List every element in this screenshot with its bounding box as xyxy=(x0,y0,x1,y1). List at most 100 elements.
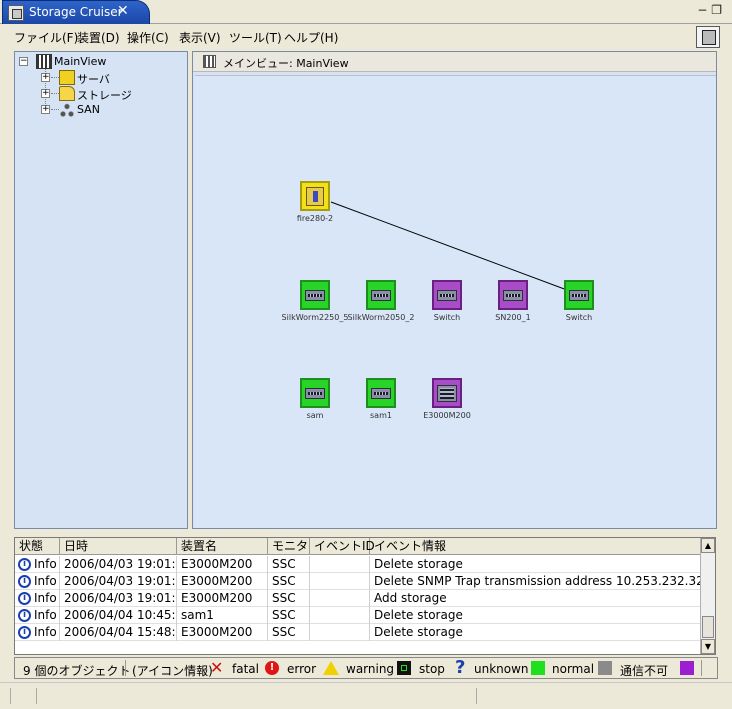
scroll-thumb[interactable] xyxy=(702,616,714,638)
legend-stop: stop xyxy=(419,662,445,676)
legend-error: error xyxy=(287,662,317,676)
table-row[interactable]: iInfo 2006/04/03 19:01:10 E3000M200 SSC … xyxy=(15,573,702,590)
divider xyxy=(36,688,37,704)
map-view-header: メインビュー: MainView xyxy=(193,52,716,72)
device-cell: E3000M200 xyxy=(177,573,268,590)
status-cell: i Info xyxy=(15,624,60,641)
event-table-header: 状態 日時 装置名 モニタ イベントID イベント情報 xyxy=(15,538,702,555)
menu-operation[interactable]: 操作(C) xyxy=(127,29,169,46)
column-status[interactable]: 状態 xyxy=(15,538,60,555)
legend-normal: normal xyxy=(552,662,595,676)
info-icon: i xyxy=(18,609,31,622)
storage-folder-icon xyxy=(59,86,75,101)
event-log-table[interactable]: 状態 日時 装置名 モニタ イベントID イベント情報 i Info 2006/0… xyxy=(14,537,716,658)
menu-device[interactable]: 装置(D) xyxy=(77,29,120,46)
table-row[interactable]: iInfo 2006/04/04 15:48:33 E3000M200 SSC … xyxy=(15,624,702,641)
legend-fatal: fatal xyxy=(232,662,259,676)
divider xyxy=(125,660,126,676)
datetime-cell: 2006/04/03 19:01:07 xyxy=(60,556,177,573)
column-monitor[interactable]: モニタ xyxy=(268,538,310,555)
scroll-up-icon[interactable]: ▲ xyxy=(701,538,715,553)
legend-unreachable: 通信不可 xyxy=(620,664,669,678)
device-cell: E3000M200 xyxy=(177,590,268,607)
topology-canvas[interactable]: fire280-2 SilkWorm2250_5 SilkWorm2050_2 … xyxy=(195,75,716,528)
column-event-info[interactable]: イベント情報 xyxy=(370,538,702,555)
node-switch-2[interactable]: Switch xyxy=(539,280,619,322)
event-id-cell xyxy=(310,590,370,607)
divider xyxy=(476,688,477,704)
event-id-cell xyxy=(310,573,370,590)
san-network-icon xyxy=(59,102,75,117)
table-row xyxy=(15,641,702,658)
collapse-icon[interactable]: − xyxy=(19,57,28,66)
tree-connector xyxy=(51,109,59,110)
column-datetime[interactable]: 日時 xyxy=(60,538,177,555)
object-count: 9 個のオブジェクト xyxy=(23,664,131,678)
table-row[interactable]: iInfo 2006/04/03 19:01:07 E3000M200 SSC … xyxy=(15,556,702,573)
storage-icon xyxy=(432,378,462,408)
switch-icon xyxy=(300,280,330,310)
map-view-title: メインビュー: MainView xyxy=(223,57,349,70)
node-fire280-2[interactable]: fire280-2 xyxy=(275,181,355,223)
monitor-cell: SSC xyxy=(268,607,310,624)
warning-icon xyxy=(323,661,339,675)
datetime-cell: 2006/04/03 19:01:10 xyxy=(60,573,177,590)
menu-help[interactable]: ヘルプ(H) xyxy=(284,29,338,46)
switch-icon xyxy=(300,378,330,408)
monitor-cell: SSC xyxy=(268,590,310,607)
table-row[interactable]: iInfo 2006/04/03 19:01:43 E3000M200 SSC … xyxy=(15,590,702,607)
close-icon[interactable]: ✕ xyxy=(117,3,129,19)
menu-file[interactable]: ファイル(F) xyxy=(14,29,78,46)
scroll-down-icon[interactable]: ▼ xyxy=(701,639,715,654)
editor-tab-bar: Storage Cruiser ✕ − ❐ xyxy=(0,0,732,24)
unknown-icon: ? xyxy=(455,657,466,678)
legend-unknown: unknown xyxy=(474,662,529,676)
table-row[interactable]: iInfo 2006/04/04 10:45:40 sam1 SSC Delet… xyxy=(15,607,702,624)
expand-icon[interactable]: + xyxy=(41,73,50,82)
storage-system-icon[interactable] xyxy=(696,26,720,48)
tree-view[interactable]: − MainView + サーバ + ストレージ + SAN xyxy=(14,51,188,529)
tree-connector xyxy=(51,93,59,94)
column-event-id[interactable]: イベントID xyxy=(310,538,375,555)
tab-title: Storage Cruiser xyxy=(29,5,123,19)
node-label: E3000M200 xyxy=(423,411,471,420)
event-info-cell: Delete storage xyxy=(374,608,463,622)
window-controls[interactable]: − ❐ xyxy=(697,3,722,17)
menu-bar: ファイル(F) 装置(D) 操作(C) 表示(V) ツール(T) ヘルプ(H) xyxy=(0,25,732,49)
tree-label: ストレージ xyxy=(77,89,132,102)
divider xyxy=(10,688,11,704)
storage-cruiser-tab[interactable]: Storage Cruiser ✕ xyxy=(2,0,150,24)
datetime-cell: 2006/04/03 19:01:43 xyxy=(60,590,177,607)
legend-warning: warning xyxy=(346,662,395,676)
normal-color-swatch xyxy=(531,661,545,675)
error-icon: ! xyxy=(265,661,279,675)
datetime-cell: 2006/04/04 15:48:33 xyxy=(60,624,177,641)
tree-label: サーバ xyxy=(77,73,110,86)
info-icon: i xyxy=(18,558,31,571)
expand-icon[interactable]: + xyxy=(41,105,50,114)
device-cell: E3000M200 xyxy=(177,556,268,573)
divider xyxy=(701,660,702,676)
status-bar xyxy=(0,682,732,709)
status-cell: i Info xyxy=(15,556,60,573)
menu-view[interactable]: 表示(V) xyxy=(179,29,221,46)
tree-connector xyxy=(51,77,59,78)
datetime-cell: 2006/04/04 10:45:40 xyxy=(60,607,177,624)
event-info-cell: Delete storage xyxy=(374,557,463,571)
device-cell: E3000M200 xyxy=(177,624,268,641)
map-view-icon xyxy=(36,54,52,69)
link-line xyxy=(330,201,568,291)
expand-icon[interactable]: + xyxy=(41,89,50,98)
event-table-scrollbar[interactable]: ▲ ▼ xyxy=(700,538,715,654)
info-icon: i xyxy=(18,592,31,605)
legend-caption: (アイコン情報) xyxy=(132,664,213,678)
info-icon: i xyxy=(18,626,31,639)
fatal-icon: ✕ xyxy=(210,658,224,677)
map-view-panel: メインビュー: MainView fire280-2 SilkWorm2250_… xyxy=(192,51,717,529)
menu-tools[interactable]: ツール(T) xyxy=(229,29,282,46)
server-folder-icon xyxy=(59,70,75,85)
node-e3000m200[interactable]: E3000M200 xyxy=(407,378,487,420)
monitor-cell: SSC xyxy=(268,573,310,590)
column-device[interactable]: 装置名 xyxy=(177,538,268,555)
switch-icon xyxy=(366,280,396,310)
